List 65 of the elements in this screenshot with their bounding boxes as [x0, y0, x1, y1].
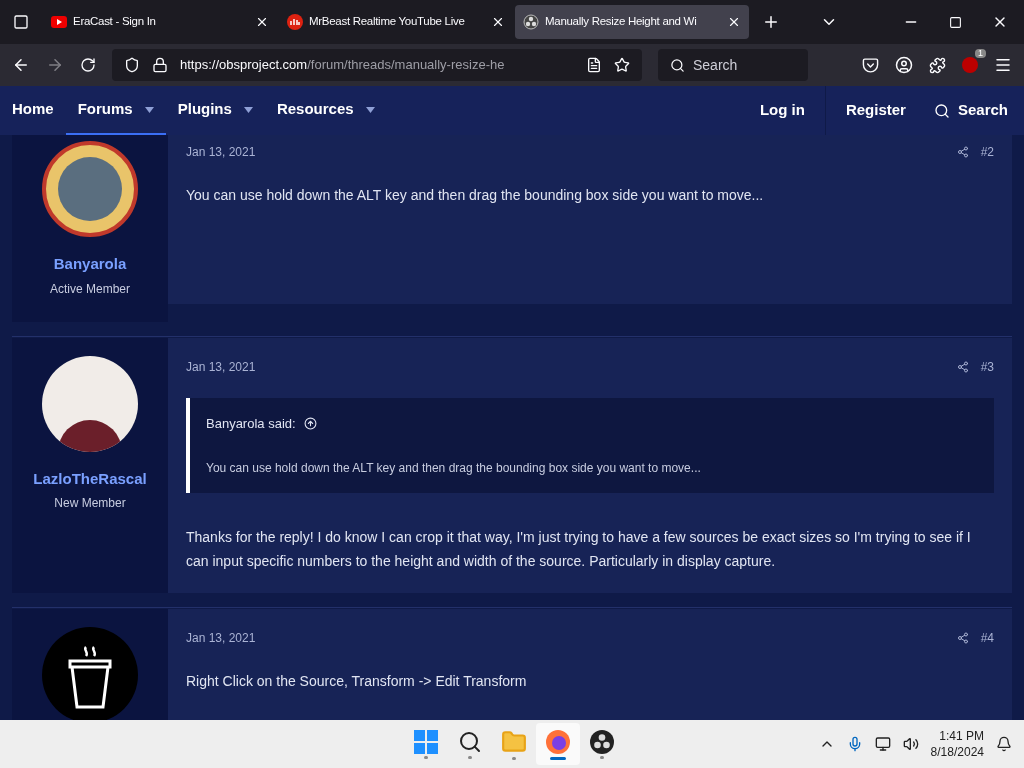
user-title: New Member [54, 495, 126, 512]
nav-tab[interactable]: Plugins [165, 86, 265, 135]
pocket-icon[interactable] [862, 56, 879, 74]
login-link[interactable]: Log in [739, 99, 825, 122]
search-icon[interactable] [458, 729, 482, 754]
search-icon [933, 102, 950, 119]
post-body: Right Click on the Source, Transform -> Edit Transform [186, 672, 528, 691]
post-number[interactable]: #4 [980, 629, 994, 647]
new-tab-icon[interactable] [762, 13, 780, 31]
notifications-icon[interactable] [996, 736, 1012, 752]
user-title: Active Member [50, 280, 130, 298]
lock-icon [152, 57, 168, 73]
register-link[interactable]: Register [825, 99, 926, 122]
post-date[interactable]: Jan 13, 2021 [186, 143, 256, 161]
close-tab-icon[interactable] [255, 15, 269, 29]
nav-tab[interactable]: Home [0, 86, 66, 135]
post-body: You can use hold down the ALT key and then drag the bounding box side you want to move... [186, 186, 765, 205]
post-number[interactable]: #2 [980, 143, 994, 161]
search-link[interactable]: Search [925, 99, 1024, 122]
jump-up-icon[interactable] [303, 416, 317, 430]
dropdown-caret-icon[interactable] [365, 106, 375, 113]
close-tab-icon[interactable] [727, 15, 741, 29]
maximize-icon[interactable] [949, 15, 962, 29]
dropdown-caret-icon[interactable] [243, 106, 253, 113]
account-icon[interactable] [895, 56, 913, 74]
reader-view-icon[interactable] [586, 57, 602, 73]
browser-tab[interactable]: EraCast - Sign In [43, 5, 277, 39]
bars-logo-icon [287, 14, 303, 30]
username-link[interactable]: LazloTheRascal [33, 467, 147, 490]
back-icon[interactable] [12, 56, 30, 74]
shield-icon[interactable] [124, 57, 140, 73]
close-tab-icon[interactable] [491, 15, 505, 29]
tab-list-icon[interactable] [13, 14, 29, 30]
clock-time[interactable]: 1:41 PM [939, 728, 984, 744]
share-icon[interactable] [956, 360, 969, 373]
nav-tab[interactable]: Resources [264, 86, 387, 135]
menu-icon[interactable] [994, 56, 1012, 74]
quote-author: Banyarola said: [206, 414, 296, 433]
username-link[interactable]: Banyarola [53, 253, 127, 276]
volume-icon[interactable] [902, 736, 919, 752]
windows-start-icon[interactable] [414, 729, 438, 754]
share-icon[interactable] [956, 632, 969, 644]
search-icon [670, 57, 685, 73]
quote-text: You can use hold down the ALT key and then drag the bounding box side you want to move... [206, 460, 702, 477]
bookmark-star-icon[interactable] [614, 57, 630, 73]
browser-tab[interactable]: Manually Resize Height and Wi [515, 5, 749, 39]
clock-date[interactable]: 8/18/2024 [930, 744, 984, 760]
dropdown-caret-icon[interactable] [144, 106, 154, 113]
address-bar[interactable]: https://obsproject.com/forum/threads/manually-resize-he [112, 49, 642, 81]
post-number[interactable]: #3 [980, 357, 994, 376]
play-logo-icon [51, 16, 67, 28]
reload-icon[interactable] [80, 57, 96, 73]
obs-logo-icon [523, 14, 539, 30]
fox-globe-icon[interactable] [545, 728, 571, 755]
extensions-icon[interactable] [929, 56, 946, 74]
post-date[interactable]: Jan 13, 2021 [186, 357, 256, 376]
share-icon[interactable] [956, 146, 969, 158]
network-icon[interactable] [874, 736, 891, 752]
search-field[interactable]: Search [658, 49, 808, 81]
browser-tab[interactable]: MrBeast Realtime YouTube Live [279, 5, 513, 39]
post-date[interactable]: Jan 13, 2021 [186, 629, 256, 647]
extension-badge: 1 [975, 49, 986, 58]
cup-avatar-icon [42, 627, 138, 720]
obs-logo-icon[interactable] [590, 729, 614, 754]
post-body: Thanks for the reply! I do know I can crop it that way, I'm just trying to have a few sources be exact sizes so I'm trying to see if I can input specific numbers to the height and width of the source. Particularly in display capture. [186, 528, 972, 571]
